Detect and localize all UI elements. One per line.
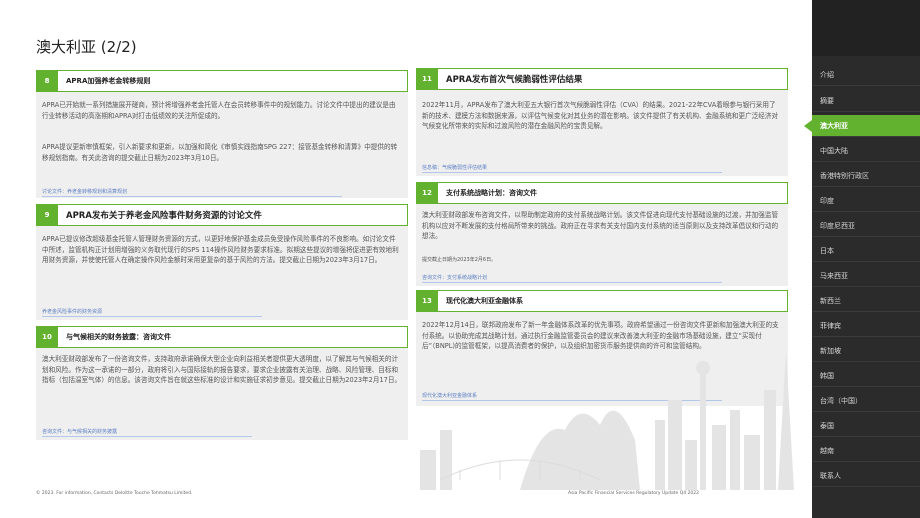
card-8: 8 APRA加强养老金转移规则 APRA已开始就一系列措施展开磋商，预计将增强养… [36, 70, 408, 198]
card-11: 11 APRA发布首次气候脆弱性评估结果 2022年11月，APRA发布了澳大利… [416, 68, 788, 176]
card-10-header: 10 与气候相关的财务披露：咨询文件 [36, 326, 408, 348]
sidebar-item-contacts[interactable]: 联系人 [812, 465, 920, 487]
card-12-header: 12 支付系统战略计划：咨询文件 [416, 182, 788, 204]
sidebar-item-hong-kong[interactable]: 香港特别行政区 [812, 165, 920, 187]
card-8-paragraph-2: APRA提议更新审慎框架，引入新要求和更新，以加强和简化《审慎实践指南SPG 2… [42, 143, 398, 162]
sidebar-item-japan[interactable]: 日本 [812, 240, 920, 262]
sidebar-item-india[interactable]: 印度 [812, 190, 920, 212]
sidebar-item-korea[interactable]: 韩国 [812, 365, 920, 387]
skyline-illustration [420, 350, 794, 490]
card-9-header: 9 APRA发布关于养老金风险事件财务资源的讨论文件 [36, 204, 408, 226]
card-8-header: 8 APRA加强养老金转移规则 [36, 70, 408, 92]
sidebar-top-block [812, 0, 920, 56]
footer-copyright: © 2023. For information, Contacts Deloit… [36, 491, 193, 496]
card-9-number: 9 [36, 204, 58, 226]
card-10-link[interactable]: 咨询文件：与气候相关的财务披露 [42, 428, 252, 437]
card-12-link[interactable]: 咨询文件：支付系统战略计划 [422, 274, 722, 283]
card-8-number: 8 [36, 70, 58, 92]
card-10-paragraph-1: 澳大利亚财政部发布了一份咨询文件，支持政府承诺确保大型企业向利益相关者提供更大透… [42, 355, 402, 384]
sidebar-item-summary[interactable]: 摘要 [812, 90, 920, 112]
card-8-link[interactable]: 讨论文件：养老金转移规划和清算规划 [42, 188, 342, 197]
card-11-title: APRA发布首次气候脆弱性评估结果 [446, 75, 583, 85]
sidebar-item-mainland-china[interactable]: 中国大陆 [812, 140, 920, 162]
card-13-title: 现代化澳大利亚金融体系 [446, 297, 523, 305]
card-12-title: 支付系统战略计划：咨询文件 [446, 189, 537, 197]
card-11-header: 11 APRA发布首次气候脆弱性评估结果 [416, 68, 788, 90]
card-9-paragraph-1: APRA已提议修改超级基金托管人管理财务资源的方式，以更好地保护基金成员免受操作… [42, 235, 399, 264]
sidebar-item-taiwan[interactable]: 台湾（中国） [812, 390, 920, 412]
sidebar-item-indonesia[interactable]: 印度尼西亚 [812, 215, 920, 237]
card-12-paragraph-1: 澳大利亚财政部发布咨询文件，以帮助制定政府的支付系统战略计划。该文件促进向现代支… [422, 211, 779, 240]
card-13-number: 13 [416, 290, 438, 312]
card-8-title: APRA加强养老金转移规则 [66, 77, 151, 85]
card-9-title: APRA发布关于养老金风险事件财务资源的讨论文件 [66, 211, 262, 221]
sidebar-item-new-zealand[interactable]: 新西兰 [812, 290, 920, 312]
card-13-header: 13 现代化澳大利亚金融体系 [416, 290, 788, 312]
card-10-title: 与气候相关的财务披露：咨询文件 [66, 333, 171, 341]
sidebar-item-vietnam[interactable]: 越南 [812, 440, 920, 462]
sidebar-item-intro[interactable]: 介绍 [812, 64, 920, 86]
footer-publication: Asia Pacific Financial Services Regulato… [568, 491, 700, 496]
card-12: 12 支付系统战略计划：咨询文件 澳大利亚财政部发布咨询文件，以帮助制定政府的支… [416, 182, 788, 286]
card-12-paragraph-2: 提交截止日期为2023年2月6日。 [422, 257, 497, 263]
sidebar-item-malaysia[interactable]: 马来西亚 [812, 265, 920, 287]
card-10: 10 与气候相关的财务披露：咨询文件 澳大利亚财政部发布了一份咨询文件，支持政府… [36, 326, 408, 440]
card-11-paragraph-1: 2022年11月，APRA发布了澳大利亚五大银行首次气候脆弱性评估（CVA）的结… [422, 101, 779, 130]
page-title: 澳大利亚 (2/2) [36, 38, 137, 56]
sidebar: 介绍 摘要 澳大利亚 中国大陆 香港特别行政区 印度 印度尼西亚 日本 马来西亚… [804, 0, 920, 518]
card-9-link[interactable]: 养老金风险事件的财务资源 [42, 308, 262, 317]
card-11-number: 11 [416, 68, 438, 90]
sidebar-item-australia[interactable]: 澳大利亚 [804, 115, 920, 137]
card-11-link[interactable]: 信息稿：气候脆弱性评估结果 [422, 164, 722, 173]
card-8-paragraph-1: APRA已开始就一系列措施展开磋商，预计将增强养老金托管人在会员转移事件中的规划… [42, 101, 396, 120]
card-10-number: 10 [36, 326, 58, 348]
sidebar-item-singapore[interactable]: 新加坡 [812, 340, 920, 362]
card-9: 9 APRA发布关于养老金风险事件财务资源的讨论文件 APRA已提议修改超级基金… [36, 204, 408, 320]
card-12-number: 12 [416, 182, 438, 204]
sidebar-item-philippines[interactable]: 菲律宾 [812, 315, 920, 337]
sidebar-item-thailand[interactable]: 泰国 [812, 415, 920, 437]
